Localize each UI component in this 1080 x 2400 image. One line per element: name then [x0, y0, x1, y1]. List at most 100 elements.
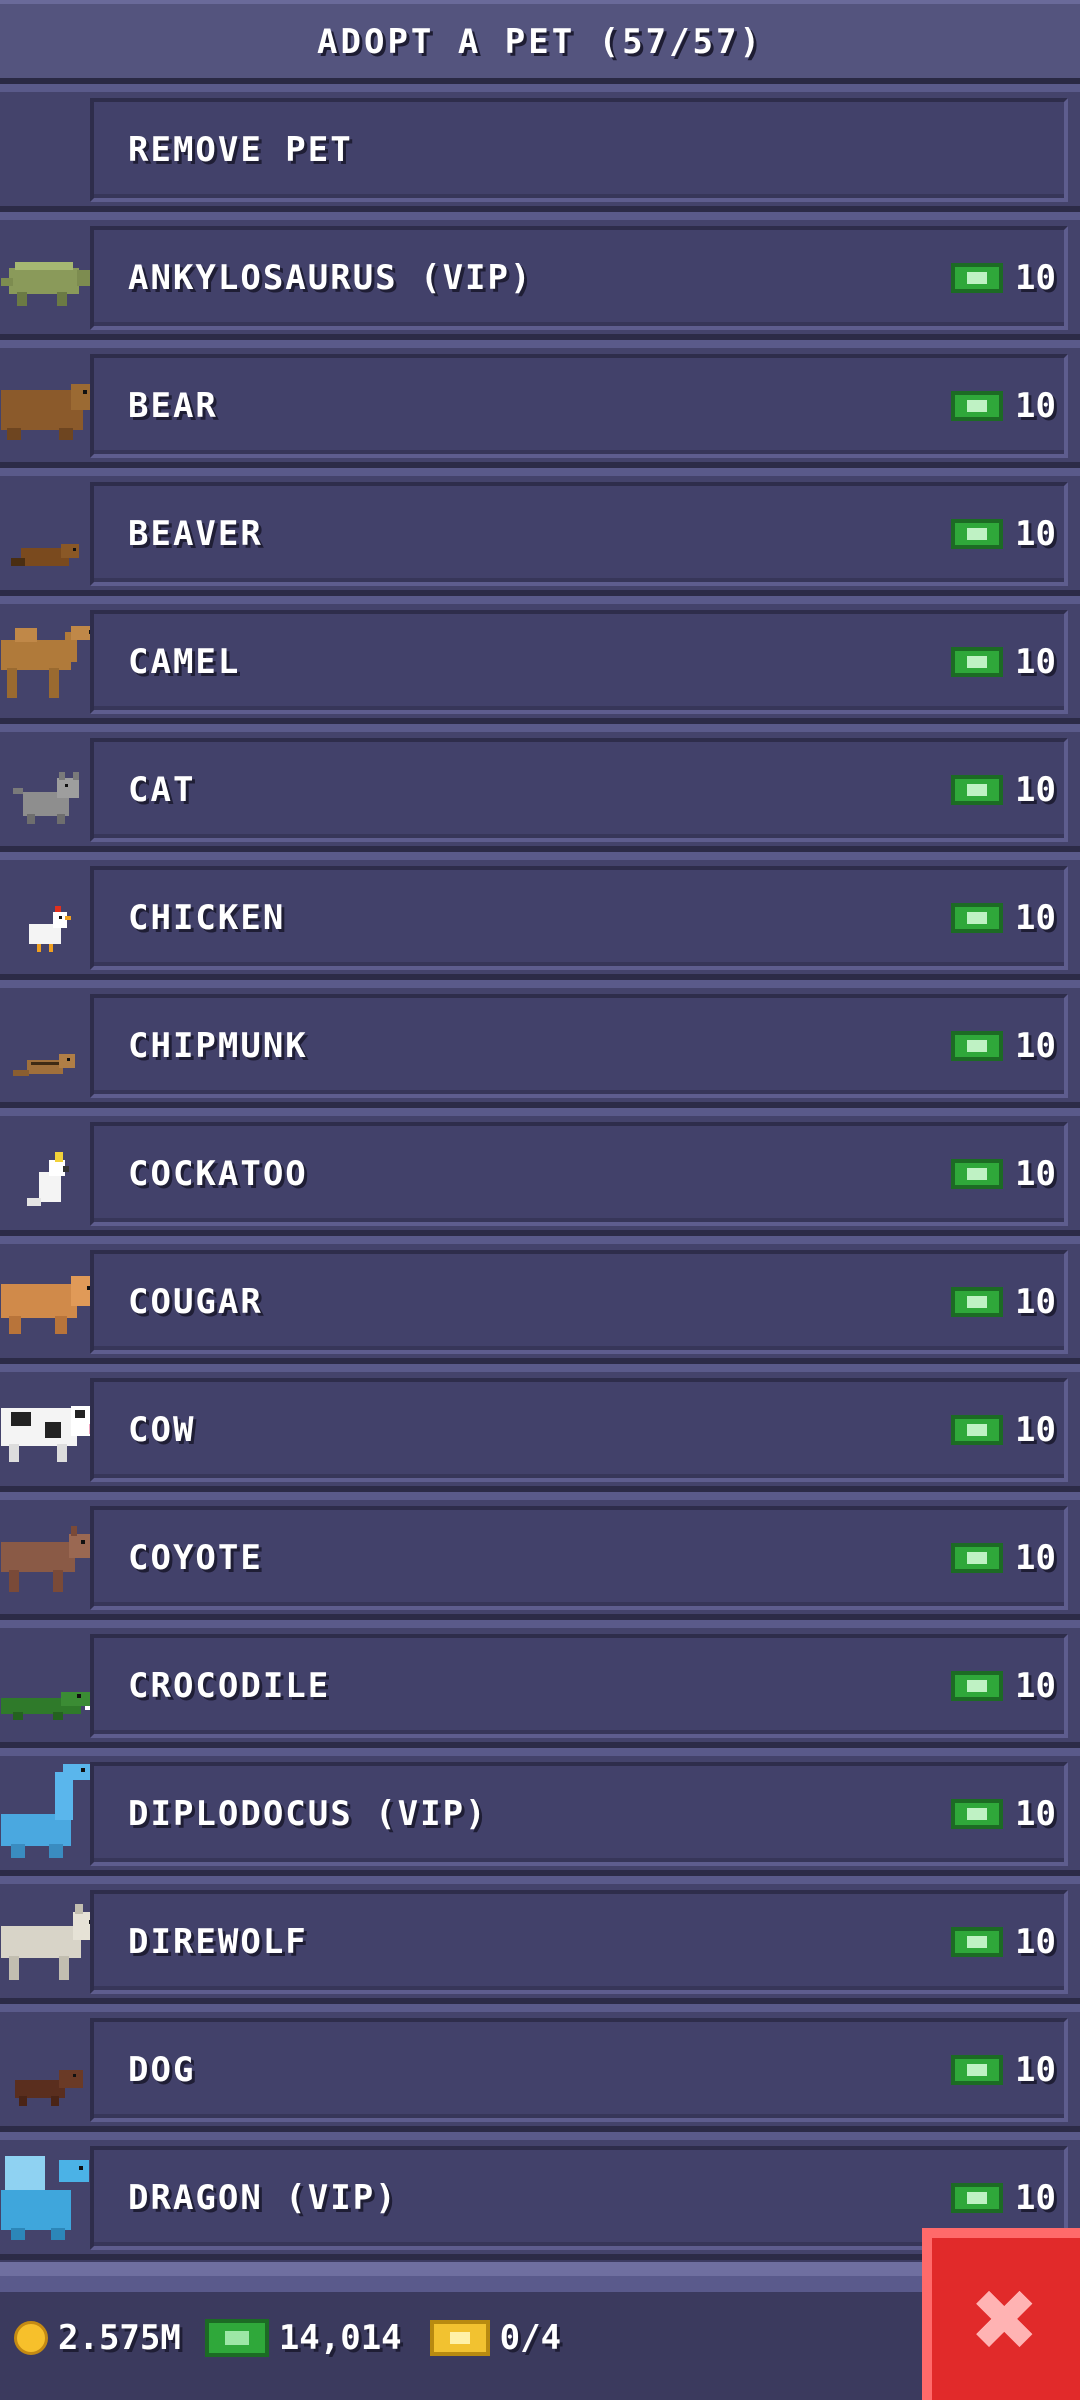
- price: 10: [951, 2022, 1056, 2118]
- list-item: CAMEL 10: [0, 596, 1080, 724]
- cash-icon: [951, 647, 1004, 677]
- coin-balance: 2.575M: [58, 2318, 181, 2358]
- cash-icon: [951, 903, 1004, 933]
- adopt-camel-button[interactable]: CAMEL 10: [90, 610, 1068, 714]
- price-value: 10: [1015, 2050, 1056, 2090]
- adopt-chipmunk-button[interactable]: CHIPMUNK 10: [90, 994, 1068, 1098]
- cash-icon: [951, 1799, 1004, 1829]
- ticket-balance: 0/4: [499, 2318, 562, 2358]
- cash-icon: [951, 1671, 1004, 1701]
- price: 10: [951, 1126, 1056, 1222]
- price-value: 10: [1015, 514, 1056, 554]
- price: 10: [951, 1382, 1056, 1478]
- price-value: 10: [1015, 386, 1056, 426]
- header-bar: ADOPT A PET (57/57): [0, 0, 1080, 84]
- cash-icon: [951, 775, 1004, 805]
- pet-name: DRAGON (VIP): [128, 2178, 398, 2218]
- pet-name: DOG: [128, 2050, 196, 2090]
- list-item: CROCODILE 10: [0, 1620, 1080, 1748]
- price: 10: [951, 998, 1056, 1094]
- list-item: DIPLODOCUS (VIP) 10: [0, 1748, 1080, 1876]
- list-item: BEAR 10: [0, 340, 1080, 468]
- list-item: ANKYLOSAURUS (VIP) 10: [0, 212, 1080, 340]
- ticket-icon: [429, 2320, 490, 2356]
- coin-icon: [14, 2321, 48, 2355]
- list-item: DIREWOLF 10: [0, 1876, 1080, 2004]
- price: 10: [951, 230, 1056, 326]
- pet-name: COW: [128, 1410, 196, 1450]
- pet-name: BEAR: [128, 386, 218, 426]
- close-button[interactable]: ✖: [922, 2228, 1080, 2400]
- adopt-chicken-button[interactable]: CHICKEN 10: [90, 866, 1068, 970]
- cash-icon: [951, 519, 1004, 549]
- cash-icon: [204, 2319, 269, 2357]
- adopt-coyote-button[interactable]: COYOTE 10: [90, 1506, 1068, 1610]
- pet-name: CAMEL: [128, 642, 241, 682]
- cash-icon: [951, 391, 1004, 421]
- pet-name: DIPLODOCUS (VIP): [128, 1794, 488, 1834]
- adopt-crocodile-button[interactable]: CROCODILE 10: [90, 1634, 1068, 1738]
- price-value: 10: [1015, 770, 1056, 810]
- adopt-bear-button[interactable]: BEAR 10: [90, 354, 1068, 458]
- price-value: 10: [1015, 1922, 1056, 1962]
- currency-bar: 2.575M 14,014 0/4: [0, 2262, 1080, 2400]
- pet-name: ANKYLOSAURUS (VIP): [128, 258, 533, 298]
- price: 10: [951, 486, 1056, 582]
- cash-icon: [951, 1159, 1004, 1189]
- price: 10: [951, 614, 1056, 710]
- price-value: 10: [1015, 258, 1056, 298]
- price: 10: [951, 1638, 1056, 1734]
- price: 10: [951, 1510, 1056, 1606]
- currency-stats: 2.575M 14,014 0/4: [14, 2292, 561, 2384]
- list-item: COUGAR 10: [0, 1236, 1080, 1364]
- list-item: CHIPMUNK 10: [0, 980, 1080, 1108]
- price: 10: [951, 1894, 1056, 1990]
- pet-list[interactable]: REMOVE PET ANKYLOSAURUS (VIP) 10 BEAR 10: [0, 84, 1080, 2260]
- list-item: CHICKEN 10: [0, 852, 1080, 980]
- price: 10: [951, 742, 1056, 838]
- cash-icon: [951, 1543, 1004, 1573]
- pet-name: CAT: [128, 770, 196, 810]
- price: 10: [951, 1766, 1056, 1862]
- price: 10: [951, 1254, 1056, 1350]
- cash-icon: [951, 1927, 1004, 1957]
- price-value: 10: [1015, 1282, 1056, 1322]
- pet-name: CHIPMUNK: [128, 1026, 308, 1066]
- adopt-cat-button[interactable]: CAT 10: [90, 738, 1068, 842]
- list-item: CAT 10: [0, 724, 1080, 852]
- list-item: COYOTE 10: [0, 1492, 1080, 1620]
- close-icon: ✖: [972, 2255, 1040, 2383]
- price-value: 10: [1015, 898, 1056, 938]
- list-item: DRAGON (VIP) 10: [0, 2132, 1080, 2260]
- price: 10: [951, 870, 1056, 966]
- adopt-direwolf-button[interactable]: DIREWOLF 10: [90, 1890, 1068, 1994]
- adopt-ankylosaurus-button[interactable]: ANKYLOSAURUS (VIP) 10: [90, 226, 1068, 330]
- adopt-cockatoo-button[interactable]: COCKATOO 10: [90, 1122, 1068, 1226]
- adopt-dog-button[interactable]: DOG 10: [90, 2018, 1068, 2122]
- pet-name: COUGAR: [128, 1282, 263, 1322]
- adopt-diplodocus-button[interactable]: DIPLODOCUS (VIP) 10: [90, 1762, 1068, 1866]
- price-value: 10: [1015, 1538, 1056, 1578]
- page-title: ADOPT A PET (57/57): [317, 22, 763, 62]
- pet-name: CROCODILE: [128, 1666, 331, 1706]
- cash-balance: 14,014: [278, 2318, 402, 2358]
- price-value: 10: [1015, 1410, 1056, 1450]
- cash-icon: [951, 263, 1004, 293]
- adopt-cougar-button[interactable]: COUGAR 10: [90, 1250, 1068, 1354]
- remove-pet-button[interactable]: REMOVE PET: [90, 98, 1068, 202]
- price-value: 10: [1015, 642, 1056, 682]
- cash-icon: [951, 1031, 1004, 1061]
- price-value: 10: [1015, 2178, 1056, 2218]
- adopt-beaver-button[interactable]: BEAVER 10: [90, 482, 1068, 586]
- adopt-cow-button[interactable]: COW 10: [90, 1378, 1068, 1482]
- cash-icon: [951, 1415, 1004, 1445]
- cash-icon: [951, 2183, 1004, 2213]
- price-value: 10: [1015, 1026, 1056, 1066]
- remove-pet-label: REMOVE PET: [128, 130, 353, 170]
- list-item: BEAVER 10: [0, 468, 1080, 596]
- pet-name: BEAVER: [128, 514, 263, 554]
- price-value: 10: [1015, 1154, 1056, 1194]
- price: 10: [951, 358, 1056, 454]
- pet-name: COCKATOO: [128, 1154, 308, 1194]
- pet-name: COYOTE: [128, 1538, 263, 1578]
